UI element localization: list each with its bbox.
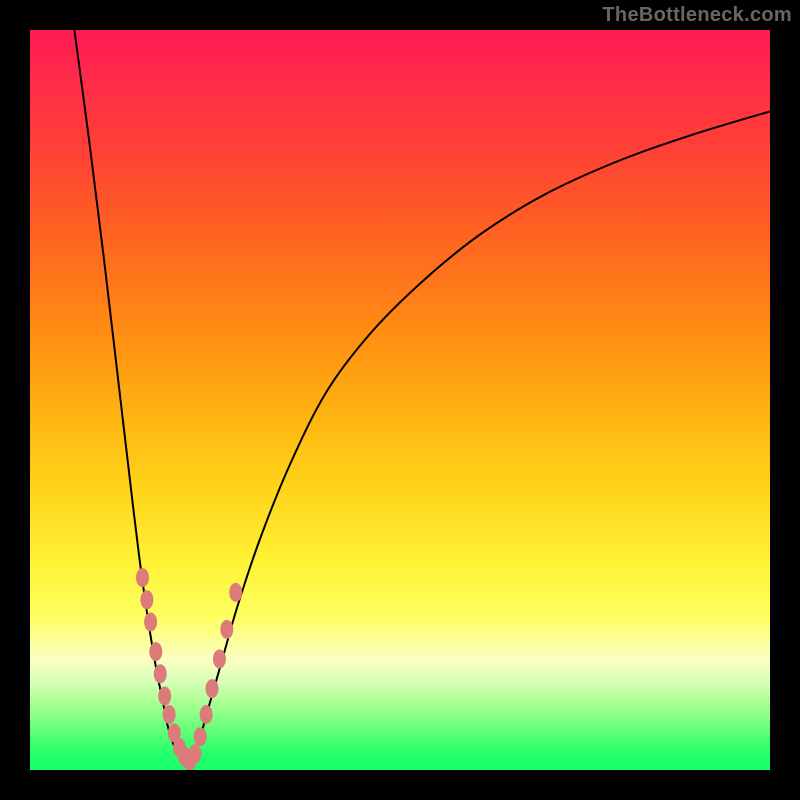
chart-frame: TheBottleneck.com (0, 0, 800, 800)
sample-marker (145, 613, 157, 631)
sample-marker (163, 706, 175, 724)
sample-marker (150, 643, 162, 661)
bottleneck-curve-right (185, 111, 770, 764)
sample-marker (141, 591, 153, 609)
sample-marker (230, 583, 242, 601)
sample-marker (189, 745, 201, 763)
sample-marker (213, 650, 225, 668)
plot-area (30, 30, 770, 770)
sample-marker (159, 687, 171, 705)
sample-marker (136, 569, 148, 587)
sample-marker (154, 665, 166, 683)
sample-marker (206, 680, 218, 698)
bottleneck-curve-left (74, 30, 181, 760)
watermark-text: TheBottleneck.com (602, 4, 792, 27)
sample-marker (200, 706, 212, 724)
sample-markers (136, 569, 241, 770)
sample-marker (194, 728, 206, 746)
curve-layer (30, 30, 770, 770)
sample-marker (221, 620, 233, 638)
